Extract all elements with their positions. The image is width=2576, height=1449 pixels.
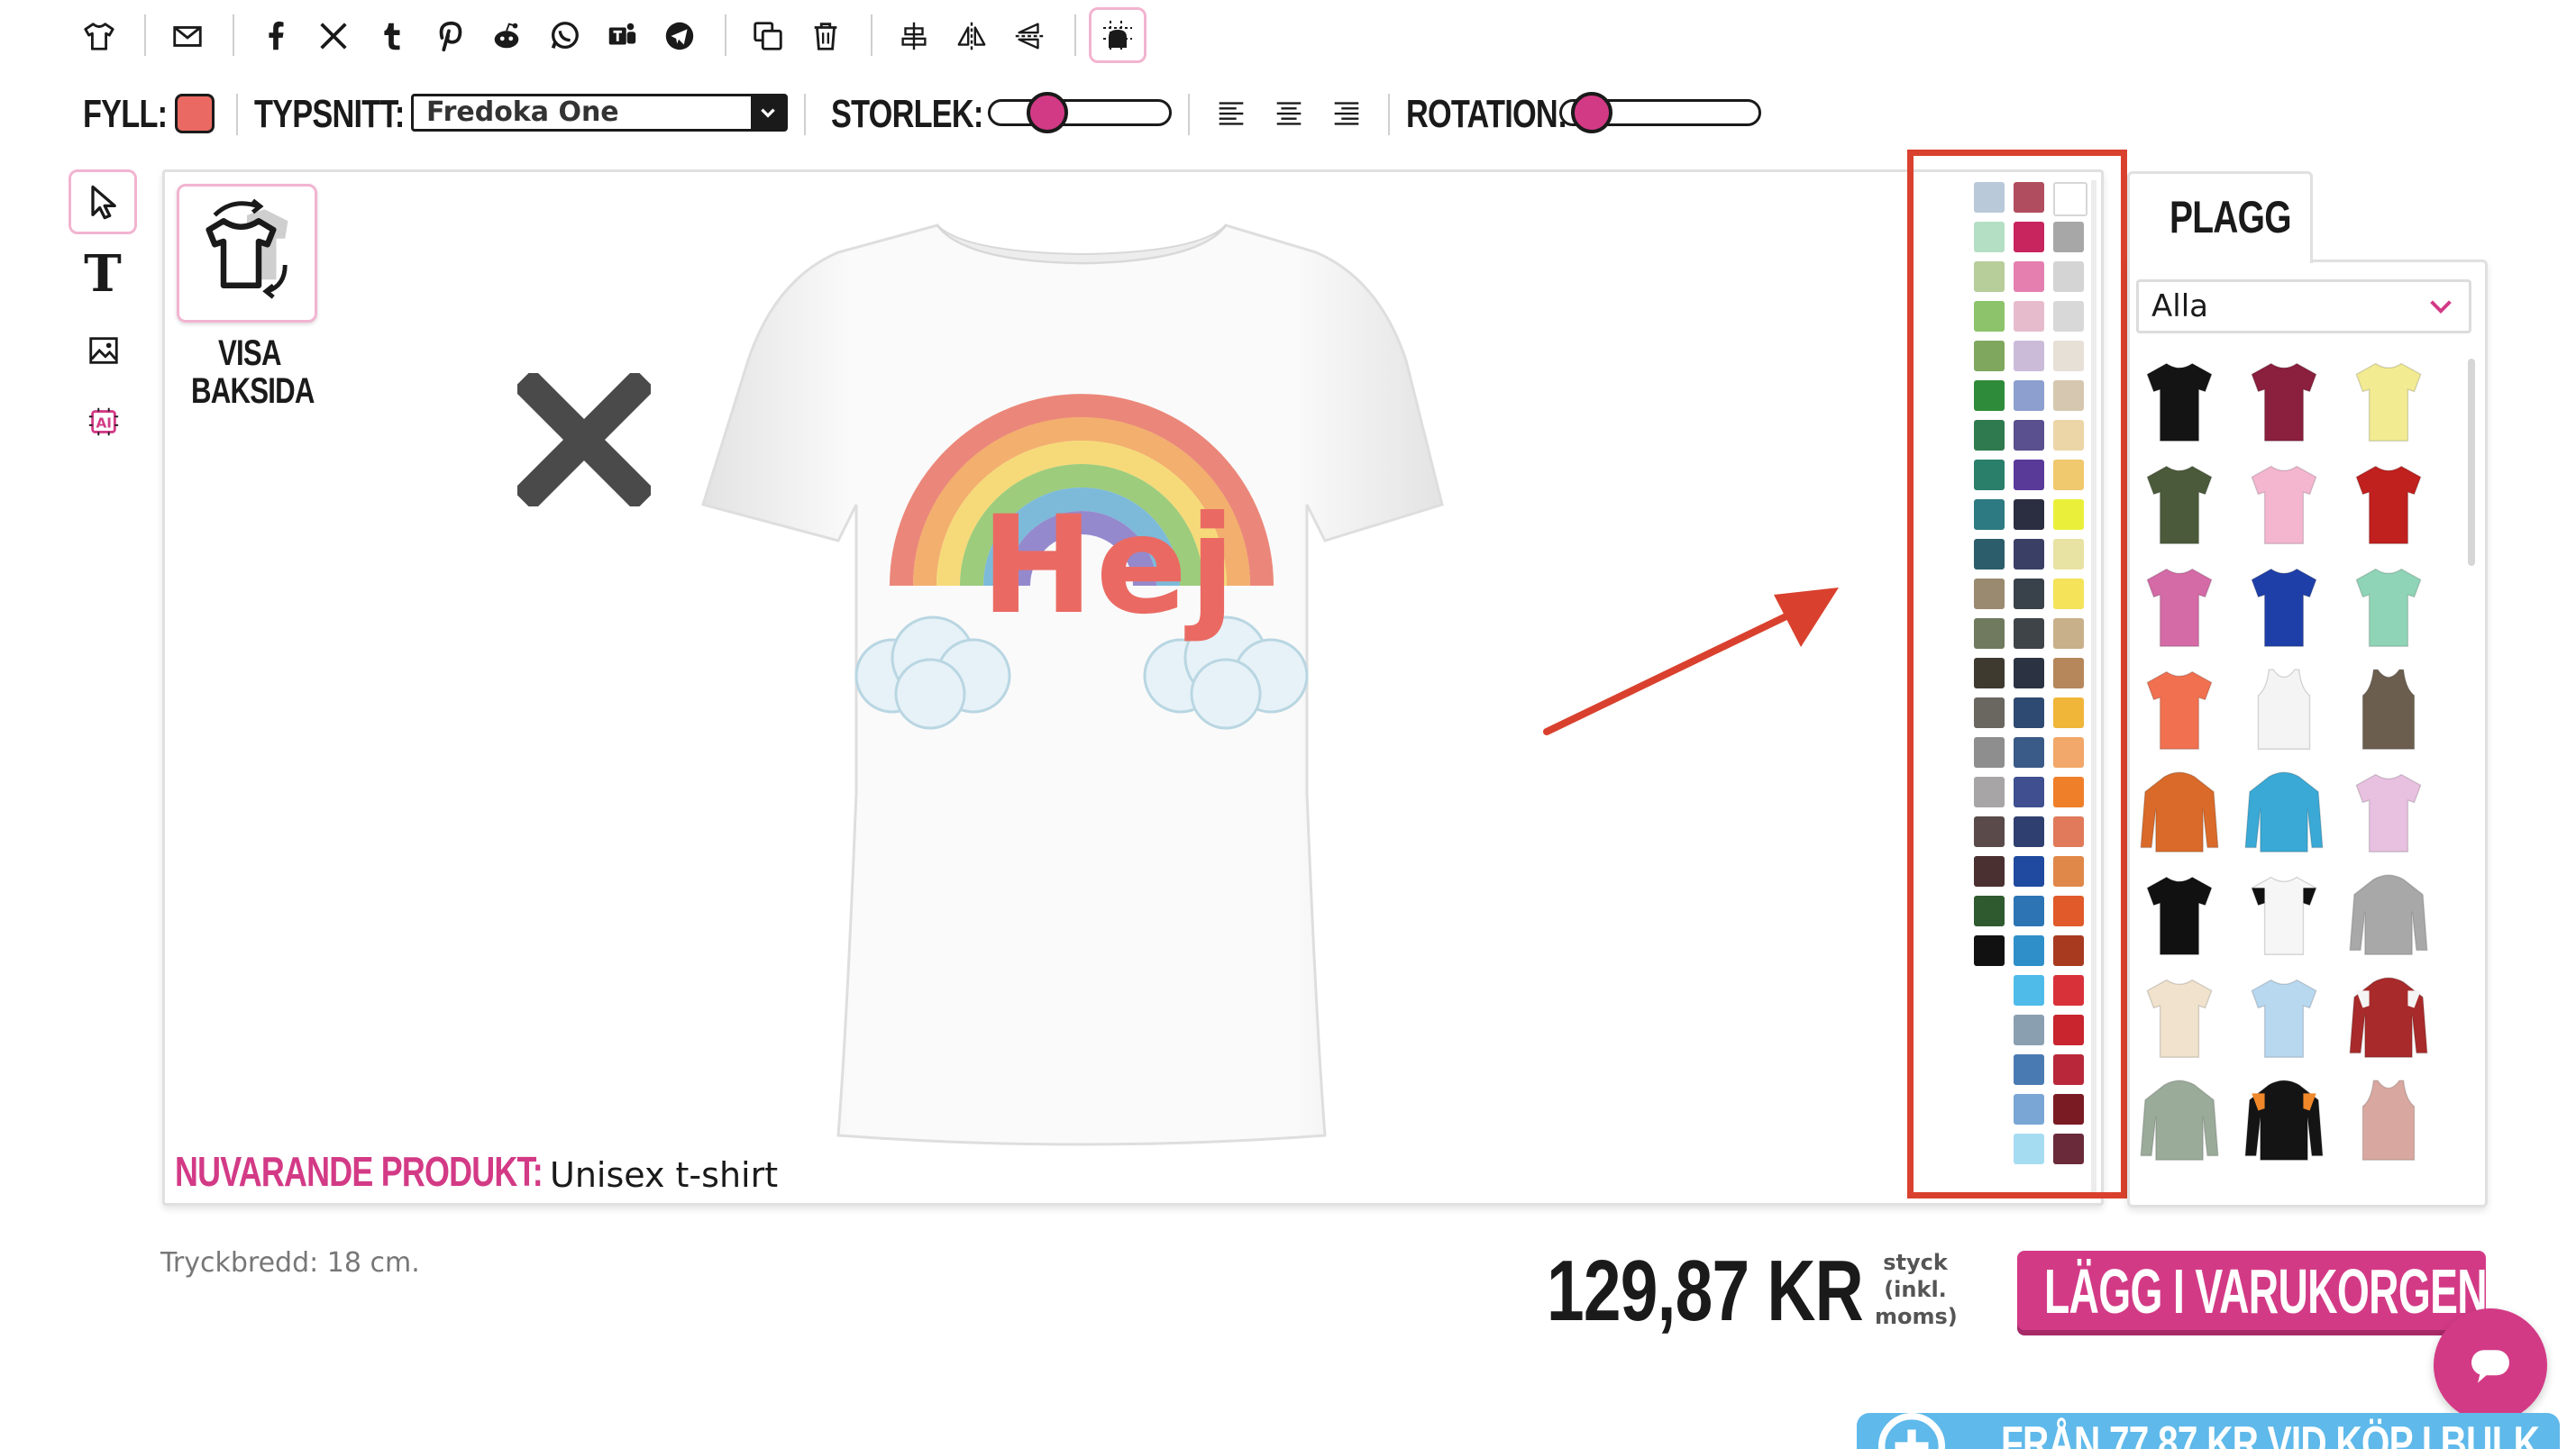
garment-thumbnail-royal-blue-tee[interactable] <box>2241 560 2327 651</box>
duplicate-icon[interactable] <box>746 14 790 58</box>
size-label: STORLEK: <box>831 92 983 136</box>
garment-thumbnail-cream-tee[interactable] <box>2136 971 2223 1062</box>
garment-thumbnail-black-tee[interactable] <box>2136 355 2223 445</box>
annotation-arrow <box>1543 588 1839 735</box>
price-unit-line3: moms) <box>1875 1304 1958 1329</box>
rotate-shirt-icon <box>206 198 288 299</box>
font-label: TYPSNITT: <box>254 92 405 136</box>
garment-thumbnail-blue-ombre-tee[interactable] <box>2241 971 2327 1062</box>
garment-thumbnail-red-tee[interactable] <box>2345 458 2432 548</box>
print-area-grid-button[interactable] <box>1089 7 1146 63</box>
font-select-value: Fredoka One <box>426 96 619 128</box>
pinterest-icon[interactable] <box>427 14 470 58</box>
tshirt-mockup <box>701 223 1444 1146</box>
garment-thumbnail-tie-dye-tee[interactable] <box>2345 766 2432 856</box>
bulk-discount-banner[interactable]: FRÅN 77,87 KR VID KÖP I BULK <box>1857 1413 2560 1449</box>
garment-grid <box>2136 355 2461 1202</box>
price-unit-line2: (inkl. <box>1884 1277 1947 1302</box>
chat-icon <box>2471 1350 2509 1383</box>
image-tool-icon[interactable] <box>79 326 128 375</box>
tumblr-icon[interactable] <box>370 14 413 58</box>
align-right-text-icon[interactable] <box>1325 92 1368 135</box>
garment-thumbnail-olive-tee[interactable] <box>2136 458 2223 548</box>
align-left-text-icon[interactable] <box>1210 92 1253 135</box>
price-unit: styck (inkl. moms) <box>1875 1249 1958 1330</box>
garment-thumbnail-yellow-tee[interactable] <box>2345 355 2432 445</box>
close-icon[interactable] <box>517 373 651 506</box>
add-to-cart-button[interactable]: LÄGG I VARUKORGEN <box>2017 1251 2486 1330</box>
garment-filter-value: Alla <box>2151 288 2208 324</box>
x-icon[interactable] <box>312 14 355 58</box>
garment-thumbnail-pink-tee[interactable] <box>2241 458 2327 548</box>
align-center-text-icon[interactable] <box>1267 92 1311 135</box>
garment-thumbnail-grey-hoodie[interactable] <box>2345 869 2432 959</box>
cursor-icon <box>91 185 116 220</box>
teams-icon[interactable] <box>600 14 644 58</box>
font-select[interactable]: Fredoka One <box>411 94 788 132</box>
flip-horizontal-icon[interactable] <box>950 14 993 58</box>
garment-thumbnail-white-tank[interactable] <box>2241 663 2327 753</box>
print-width-text: Tryckbredd: 18 cm. <box>160 1247 420 1279</box>
garment-thumbnail-black-orange-hoodie[interactable] <box>2241 1074 2327 1164</box>
whatsapp-icon[interactable] <box>543 14 586 58</box>
facebook-icon[interactable] <box>254 14 297 58</box>
reddit-icon[interactable] <box>485 14 528 58</box>
garment-thumbnail-sage-longsleeve[interactable] <box>2136 1074 2223 1164</box>
flip-vertical-icon[interactable] <box>1008 14 1051 58</box>
svg-text:AI: AI <box>96 415 111 432</box>
email-icon[interactable] <box>166 14 209 58</box>
trash-icon[interactable] <box>804 14 847 58</box>
current-product-label: NUVARANDE PRODUKT: <box>175 1148 544 1195</box>
tshirt-icon[interactable] <box>78 14 121 58</box>
garment-thumbnail-mint-tee[interactable] <box>2345 560 2432 651</box>
chevron-down-icon <box>2430 300 2452 314</box>
price: 129,87 KR <box>1547 1243 1864 1339</box>
rotation-slider[interactable] <box>1559 92 1761 133</box>
garment-thumbnail-turquoise-hoodie[interactable] <box>2241 766 2327 856</box>
bulk-discount-label: FRÅN 77,87 KR VID KÖP I BULK <box>2001 1417 2540 1449</box>
garment-list-scrollbar[interactable] <box>2468 359 2475 566</box>
design-text[interactable]: Hej <box>981 494 1238 638</box>
current-product-value: Unisex t-shirt <box>550 1155 779 1195</box>
garment-filter-select[interactable]: Alla <box>2136 279 2471 333</box>
highlight-box <box>1907 150 2127 1198</box>
garment-thumbnail-orange-hoodie[interactable] <box>2136 766 2223 856</box>
telegram-icon[interactable] <box>658 14 701 58</box>
size-slider-knob[interactable] <box>1027 92 1069 133</box>
chevron-down-icon <box>751 96 785 129</box>
garment-thumbnail-brown-tank[interactable] <box>2345 663 2432 753</box>
fill-color-swatch[interactable] <box>175 94 215 133</box>
garment-thumbnail-varsity-jacket[interactable] <box>2345 971 2432 1062</box>
ai-tool-icon[interactable]: AI <box>79 396 128 447</box>
garment-thumbnail-black-vneck[interactable] <box>2136 869 2223 959</box>
garment-thumbnail-rose-tank[interactable] <box>2345 1074 2432 1164</box>
tab-garments-label: PLAGG <box>2170 192 2292 242</box>
garment-thumbnail-maroon-tee[interactable] <box>2241 355 2327 445</box>
align-center-icon[interactable] <box>892 14 936 58</box>
tab-garments[interactable]: PLAGG <box>2127 171 2313 263</box>
garment-thumbnail-magenta-tee[interactable] <box>2136 560 2223 651</box>
garment-thumbnail-coral-tee[interactable] <box>2136 663 2223 753</box>
rotation-label: ROTATION: <box>1406 92 1567 136</box>
chat-button[interactable] <box>2434 1308 2547 1422</box>
fill-label: FYLL: <box>83 92 168 136</box>
add-to-cart-label: LÄGG I VARUKORGEN <box>2044 1256 2486 1326</box>
price-unit-line1: styck <box>1883 1250 1948 1275</box>
rotation-slider-knob[interactable] <box>1571 92 1613 133</box>
show-back-label-line2: BAKSIDA <box>191 371 315 411</box>
show-back-button[interactable] <box>177 184 317 323</box>
show-back-label-line1: VISA <box>218 333 281 373</box>
garment-thumbnail-raglan-tee[interactable] <box>2241 869 2327 959</box>
plus-icon <box>1878 1413 1945 1449</box>
text-tool-icon[interactable]: T <box>79 245 126 303</box>
size-slider[interactable] <box>988 92 1172 133</box>
grid-icon <box>1103 21 1132 50</box>
select-tool-button[interactable] <box>69 169 137 234</box>
